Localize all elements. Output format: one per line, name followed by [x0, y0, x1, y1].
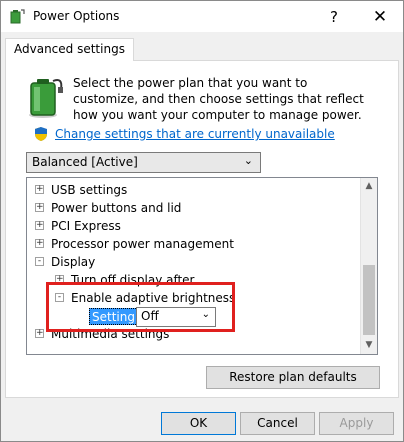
chevron-down-icon: ⌄	[243, 154, 253, 167]
scroll-up-arrow-icon[interactable]: ▲	[361, 178, 377, 195]
chevron-down-icon: ⌄	[201, 309, 210, 320]
tree-item-label: PCI Express	[51, 219, 121, 233]
power-plan-value: Balanced [Active]	[32, 155, 138, 169]
scrollbar-thumb[interactable]	[363, 265, 375, 335]
tree-item-label: USB settings	[51, 183, 128, 197]
ok-button[interactable]: OK	[161, 412, 236, 435]
battery-icon	[29, 79, 63, 118]
tree-item-label: Turn off display after	[71, 273, 195, 287]
power-plan-dropdown[interactable]: Balanced [Active] ⌄	[26, 152, 261, 173]
tree-item-label: Multimedia settings	[51, 327, 170, 341]
tree-item-label: Processor power management	[51, 237, 234, 251]
power-options-icon	[10, 9, 25, 24]
expand-icon[interactable]: +	[35, 239, 44, 248]
scroll-down-arrow-icon[interactable]: ▼	[361, 337, 377, 354]
restore-defaults-button[interactable]: Restore plan defaults	[206, 366, 380, 389]
power-options-window: Power Options ? ✕ Advanced settings Sele…	[0, 0, 404, 442]
title-bar: Power Options ? ✕	[1, 1, 403, 32]
uac-shield-icon	[35, 127, 47, 141]
close-button[interactable]: ✕	[357, 1, 403, 32]
change-settings-link[interactable]: Change settings that are currently unava…	[55, 127, 335, 141]
settings-tree[interactable]: + USB settings + Power buttons and lid +…	[26, 177, 378, 355]
expand-icon[interactable]: +	[35, 329, 44, 338]
tree-item-label: Power buttons and lid	[51, 201, 182, 215]
collapse-icon[interactable]: -	[55, 293, 64, 302]
tab-advanced-settings[interactable]: Advanced settings	[5, 38, 134, 61]
tree-scrollbar[interactable]: ▲ ▼	[360, 178, 377, 354]
plan-description: Select the power plan that you want to c…	[73, 76, 364, 122]
expand-icon[interactable]: +	[35, 185, 44, 194]
expand-icon[interactable]: +	[35, 203, 44, 212]
help-button[interactable]: ?	[311, 1, 357, 32]
expand-icon[interactable]: +	[35, 221, 44, 230]
brightness-setting-dropdown[interactable]: Off ⌄	[136, 307, 216, 327]
tree-item-label: Enable adaptive brightness	[71, 291, 236, 305]
expand-icon[interactable]: +	[55, 275, 64, 284]
window-title: Power Options	[33, 9, 120, 23]
collapse-icon[interactable]: -	[35, 257, 44, 266]
brightness-setting-value: Off	[141, 309, 159, 323]
tree-item-label: Display	[51, 255, 96, 269]
apply-button[interactable]: Apply	[319, 412, 394, 435]
cancel-button[interactable]: Cancel	[240, 412, 315, 435]
setting-label: Setting:	[89, 308, 143, 325]
